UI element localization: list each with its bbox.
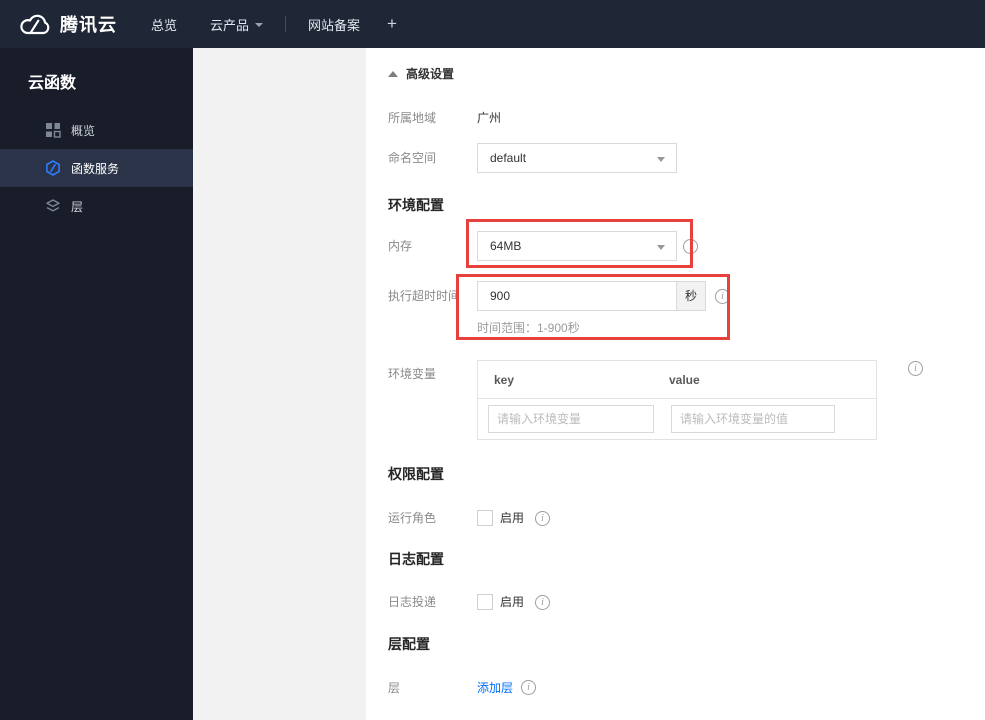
env-vars-info-icon[interactable]: i	[908, 361, 923, 376]
log-delivery-checkbox[interactable]	[477, 594, 493, 610]
nav-item-website-record[interactable]: 网站备案	[308, 15, 360, 34]
grid-icon	[45, 122, 61, 138]
dropdown-arrow-icon	[657, 245, 665, 250]
brand-logo[interactable]: 腾讯云	[18, 11, 117, 37]
function-hexagon-icon	[45, 160, 61, 176]
memory-info-icon[interactable]: i	[683, 239, 698, 254]
log-delivery-row: 日志投递 启用 i	[388, 594, 551, 610]
namespace-select[interactable]: default	[477, 143, 677, 173]
sidebar-item-label: 函数服务	[71, 161, 120, 176]
top-nav-links: 总览 云产品 网站备案 +	[151, 14, 397, 34]
timeout-input-group: 秒	[477, 281, 706, 311]
layer-info-icon[interactable]: i	[521, 680, 537, 695]
env-var-value-input[interactable]	[671, 405, 835, 433]
env-var-key-input[interactable]	[488, 405, 654, 433]
namespace-row: 命名空间 default	[388, 143, 677, 173]
sidebar-title: 云函数	[28, 75, 77, 92]
run-role-row: 运行角色 启用 i	[388, 510, 551, 526]
sidebar: 云函数 概览 函数服务 层	[0, 48, 193, 720]
log-delivery-info-icon[interactable]: i	[535, 595, 551, 610]
run-role-checkbox[interactable]	[477, 510, 493, 526]
memory-row: 内存 64MB i	[388, 231, 698, 261]
section-env-config: 环境配置	[388, 197, 444, 213]
layer-row: 层 添加层 i	[388, 680, 537, 696]
secondary-panel	[193, 48, 366, 720]
nav-divider	[285, 16, 287, 32]
env-vars-key-header: key	[494, 372, 515, 387]
advanced-settings-label: 高级设置	[406, 67, 455, 81]
run-role-label: 运行角色	[388, 511, 437, 525]
sidebar-item-label: 层	[71, 199, 84, 214]
env-vars-header-row: key value	[478, 361, 876, 399]
dropdown-arrow-icon	[657, 157, 665, 162]
timeout-label: 执行超时时间	[388, 289, 461, 303]
layers-icon	[45, 198, 61, 214]
memory-selected-value: 64MB	[490, 239, 522, 253]
sidebar-item-layers[interactable]: 层	[0, 187, 193, 225]
region-label: 所属地域	[388, 111, 437, 125]
sidebar-item-overview[interactable]: 概览	[0, 111, 193, 149]
main-area: 云函数 概览 函数服务 层 高级设置 所属地域 广州 命名空间 default …	[0, 48, 985, 720]
top-navbar: 腾讯云 总览 云产品 网站备案 +	[0, 0, 985, 48]
nav-item-overview[interactable]: 总览	[151, 15, 177, 34]
function-config-panel: 高级设置 所属地域 广州 命名空间 default 环境配置 内存 64MB i…	[366, 48, 985, 720]
timeout-input[interactable]	[477, 281, 677, 311]
sidebar-item-label: 概览	[71, 123, 96, 138]
layer-label: 层	[388, 681, 401, 695]
env-vars-input-row	[478, 399, 876, 439]
region-value: 广州	[477, 111, 502, 125]
advanced-settings-toggle[interactable]: 高级设置	[388, 65, 454, 82]
timeout-range-hint: 时间范围：1-900秒	[477, 321, 580, 335]
run-role-info-icon[interactable]: i	[535, 511, 551, 526]
region-row: 所属地域 广州	[388, 110, 501, 126]
nav-item-cloud-products[interactable]: 云产品	[210, 15, 264, 34]
log-delivery-enable-label: 启用	[500, 595, 525, 609]
brand-name: 腾讯云	[60, 15, 117, 35]
namespace-label: 命名空间	[388, 151, 437, 165]
run-role-enable-label: 启用	[500, 511, 525, 525]
memory-label: 内存	[388, 239, 413, 253]
nav-add-tab-button[interactable]: +	[387, 14, 397, 34]
memory-select[interactable]: 64MB	[477, 231, 677, 261]
env-vars-label: 环境变量	[388, 367, 437, 381]
nav-item-cloud-products-label: 云产品	[210, 17, 250, 33]
env-vars-table: key value	[477, 360, 877, 440]
section-log-config: 日志配置	[388, 551, 444, 567]
env-vars-row: 环境变量 key value i	[388, 360, 923, 440]
log-delivery-label: 日志投递	[388, 595, 437, 609]
app-root: 腾讯云 总览 云产品 网站备案 + 云函数 概览 函数服务 层 高级设置 所属地…	[0, 0, 985, 720]
section-perm-config: 权限配置	[388, 466, 444, 482]
env-vars-value-header: value	[669, 372, 700, 387]
tencent-cloud-icon	[20, 14, 50, 34]
timeout-info-icon[interactable]: i	[715, 289, 730, 304]
timeout-row: 执行超时时间 秒 i	[388, 281, 730, 311]
chevron-down-icon	[255, 23, 264, 27]
add-layer-link[interactable]: 添加层	[477, 680, 513, 696]
namespace-selected-value: default	[490, 151, 527, 165]
triangle-up-icon	[388, 70, 398, 77]
timeout-unit-suffix: 秒	[676, 281, 706, 311]
section-layer-config: 层配置	[388, 636, 430, 652]
sidebar-item-function-service[interactable]: 函数服务	[0, 149, 193, 187]
